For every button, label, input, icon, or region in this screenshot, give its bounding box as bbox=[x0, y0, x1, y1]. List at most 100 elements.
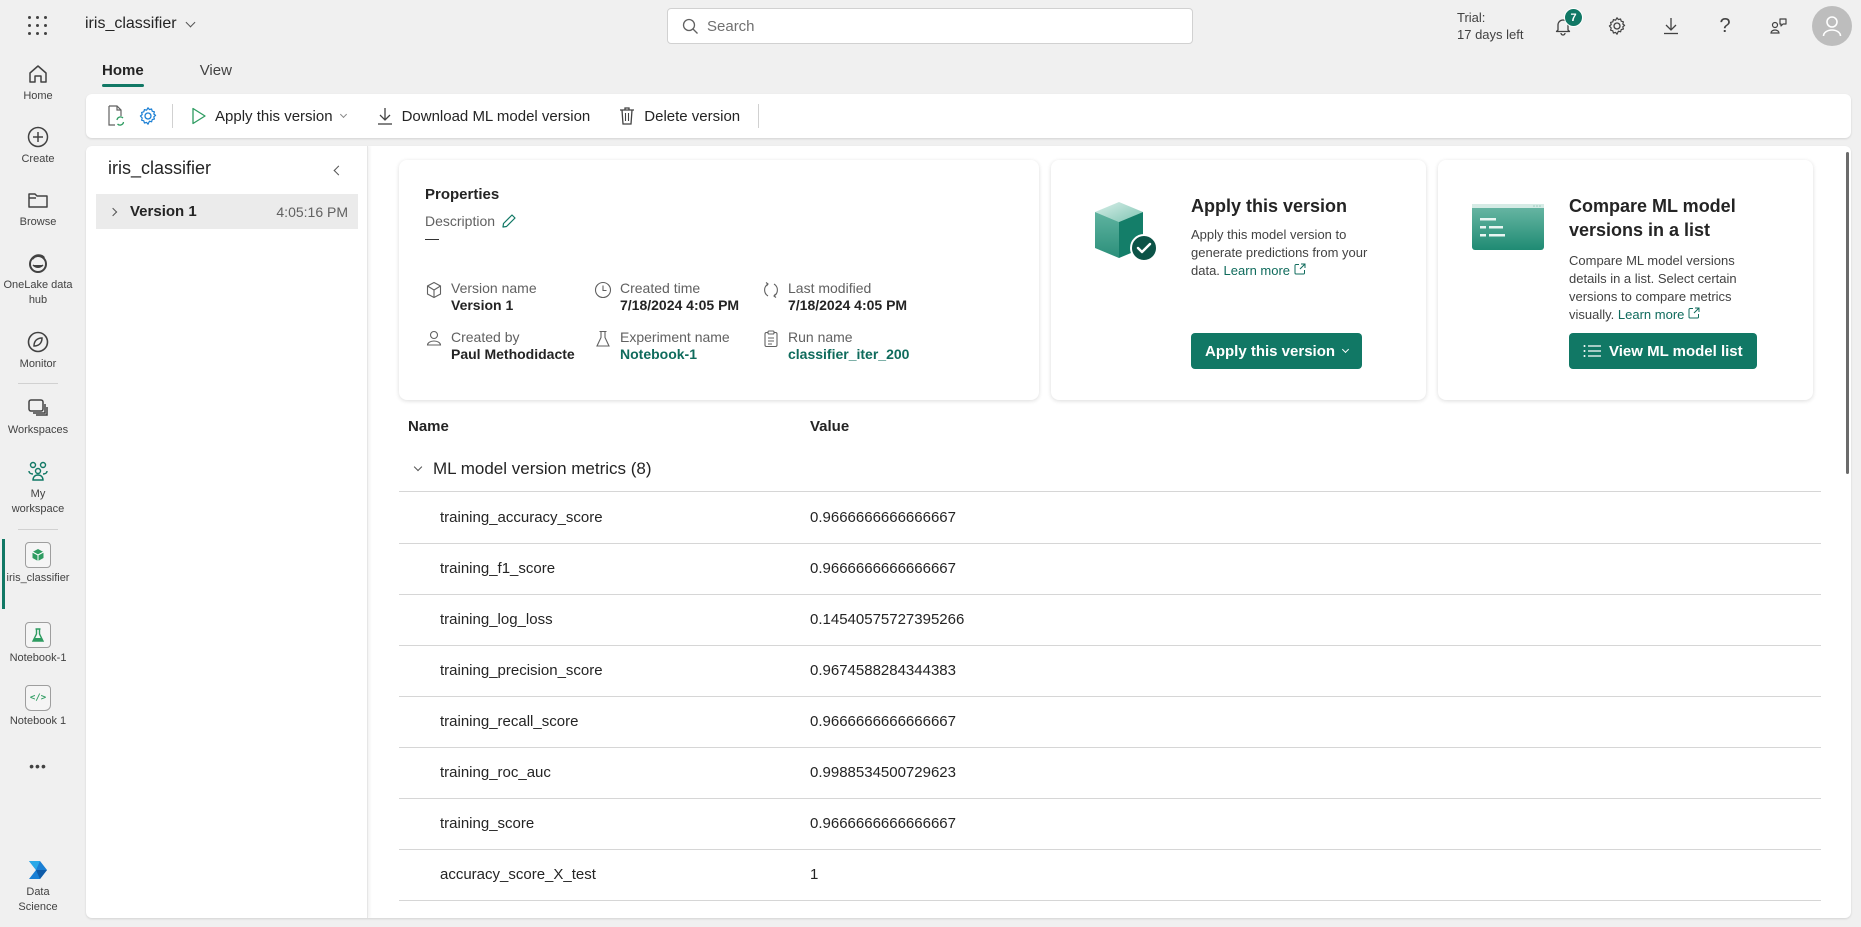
rail-item-monitor[interactable]: Monitor bbox=[0, 330, 76, 372]
metric-value: 0.14540575727395266 bbox=[810, 611, 965, 628]
prop-created-time: Created time 7/18/2024 4:05 PM bbox=[594, 280, 739, 314]
metric-value: 1 bbox=[810, 866, 819, 883]
rail-item-notebook-1[interactable]: </> Notebook 1 bbox=[0, 685, 76, 729]
view-model-list-button[interactable]: View ML model list bbox=[1569, 333, 1757, 369]
prop-value: 7/18/2024 4:05 PM bbox=[788, 297, 908, 313]
learn-more-link[interactable]: Learn more bbox=[1224, 263, 1306, 278]
metric-row[interactable]: training_roc_auc 0.9988534500729623 bbox=[399, 748, 1821, 799]
metric-name: accuracy_score_X_test bbox=[440, 866, 596, 883]
help-icon: ? bbox=[1719, 14, 1731, 37]
rail-label: Monitor bbox=[19, 358, 57, 370]
rail-label: Home bbox=[23, 90, 53, 102]
more-icon: ••• bbox=[29, 758, 47, 774]
delete-version-label: Delete version bbox=[644, 107, 741, 125]
apply-version-button-label: Apply this version bbox=[1205, 342, 1336, 360]
gear-icon bbox=[1608, 17, 1626, 35]
person-icon bbox=[1822, 16, 1842, 37]
toolbar-divider bbox=[172, 104, 173, 128]
rail-item-home[interactable]: Home bbox=[0, 62, 76, 104]
apply-card-text: Apply this model version to generate pre… bbox=[1191, 226, 1396, 280]
item-title-dropdown[interactable]: iris_classifier bbox=[85, 15, 196, 33]
rail-item-onelake-data-hub[interactable]: OneLake data hub bbox=[0, 251, 76, 308]
metric-value: 0.9674588284344383 bbox=[810, 662, 956, 679]
metric-name: training_score bbox=[440, 815, 535, 832]
metric-name: training_precision_score bbox=[440, 662, 603, 679]
rail-divider bbox=[18, 529, 58, 530]
metric-value: 0.9666666666666667 bbox=[810, 713, 956, 730]
refresh-file-button[interactable] bbox=[100, 100, 132, 132]
rail-item-data-science[interactable]: Data Science bbox=[0, 858, 76, 915]
column-header-value[interactable]: Value bbox=[810, 418, 849, 435]
prop-label: Version name bbox=[451, 280, 537, 296]
chevron-right-icon[interactable] bbox=[108, 207, 118, 216]
prop-created-by: Created by Paul Methodidacte bbox=[425, 329, 575, 363]
metric-row[interactable]: training_score 0.9666666666666667 bbox=[399, 799, 1821, 850]
rail-item-iris-classifier[interactable]: iris_classifier bbox=[0, 542, 76, 586]
list-icon bbox=[1583, 345, 1601, 357]
properties-heading: Properties bbox=[425, 186, 500, 203]
metric-row[interactable]: training_f1_score 0.9666666666666667 bbox=[399, 544, 1821, 595]
collapse-pane-button[interactable] bbox=[326, 158, 350, 182]
vertical-scrollbar[interactable] bbox=[1846, 152, 1849, 474]
metric-row[interactable]: training_accuracy_score 0.966666666666666… bbox=[399, 493, 1821, 544]
experiment-icon bbox=[25, 622, 51, 648]
help-button[interactable]: ? bbox=[1711, 12, 1739, 40]
chevron-down-icon[interactable] bbox=[413, 462, 423, 471]
app-launcher-icon[interactable] bbox=[26, 14, 50, 38]
download-version-button[interactable]: Download ML model version bbox=[366, 100, 601, 132]
metric-name: training_recall_score bbox=[440, 713, 579, 730]
chevron-left-icon bbox=[333, 165, 343, 175]
version-time: 4:05:16 PM bbox=[276, 203, 348, 220]
account-avatar[interactable] bbox=[1812, 6, 1852, 46]
plus-circle-icon bbox=[27, 126, 49, 148]
workspaces-icon bbox=[28, 399, 48, 416]
search-input[interactable] bbox=[707, 17, 1157, 35]
run-link[interactable]: classifier_iter_200 bbox=[788, 346, 909, 363]
search-box[interactable] bbox=[667, 8, 1193, 44]
metric-row[interactable]: training_precision_score 0.96745882843443… bbox=[399, 646, 1821, 697]
delete-version-button[interactable]: Delete version bbox=[608, 100, 750, 132]
search-icon bbox=[682, 18, 698, 34]
tab-home[interactable]: Home bbox=[88, 58, 158, 87]
item-title: iris_classifier bbox=[85, 15, 177, 32]
tree-item-version[interactable]: Version 1 4:05:16 PM bbox=[96, 194, 358, 229]
external-link-icon bbox=[1294, 263, 1306, 275]
metric-value: 0.9988534500729623 bbox=[810, 764, 956, 781]
prop-last-modified: Last modified 7/18/2024 4:05 PM bbox=[762, 280, 907, 314]
settings-button[interactable] bbox=[1603, 12, 1631, 40]
settings-toolbar-button[interactable] bbox=[132, 100, 164, 132]
pencil-icon[interactable] bbox=[501, 213, 517, 229]
feedback-icon bbox=[1770, 18, 1787, 34]
rail-label: Notebook 1 bbox=[9, 715, 67, 727]
rail-item-notebook-1-experiment[interactable]: Notebook-1 bbox=[0, 622, 76, 666]
chevron-down-icon bbox=[339, 110, 347, 118]
experiment-link[interactable]: Notebook-1 bbox=[620, 346, 730, 363]
external-link-icon bbox=[1688, 307, 1700, 319]
chevron-down-icon bbox=[185, 17, 196, 27]
feedback-button[interactable] bbox=[1765, 12, 1793, 40]
clipboard-icon bbox=[764, 330, 778, 348]
apply-card-title: Apply this version bbox=[1191, 196, 1348, 216]
metric-row[interactable]: training_log_loss 0.14540575727395266 bbox=[399, 595, 1821, 646]
apply-version-dropdown[interactable]: Apply this version bbox=[181, 100, 356, 132]
rail-item-workspaces[interactable]: Workspaces bbox=[0, 396, 76, 438]
trial-label: Trial: bbox=[1457, 10, 1486, 25]
top-bar: iris_classifier Trial: 17 days left 7 ? bbox=[0, 0, 1861, 52]
download-button[interactable] bbox=[1657, 12, 1685, 40]
apply-version-button[interactable]: Apply this version bbox=[1191, 333, 1363, 369]
left-navigation-rail: Home Create Browse OneLake data hub Moni… bbox=[0, 52, 76, 927]
metric-row[interactable]: accuracy_score_X_test 1 bbox=[399, 850, 1821, 901]
rail-item-create[interactable]: Create bbox=[0, 125, 76, 167]
metrics-group-header[interactable]: ML model version metrics (8) bbox=[399, 446, 1821, 492]
column-header-name[interactable]: Name bbox=[408, 418, 449, 435]
notebook-icon: </> bbox=[25, 685, 51, 711]
rail-item-browse[interactable]: Browse bbox=[0, 188, 76, 230]
folder-icon bbox=[28, 193, 48, 208]
rail-more-button[interactable]: ••• bbox=[0, 758, 76, 774]
monitor-icon bbox=[27, 331, 49, 353]
version-name: Version 1 bbox=[130, 203, 197, 220]
rail-item-my-workspace[interactable]: My workspace bbox=[0, 460, 76, 517]
metric-row[interactable]: training_recall_score 0.9666666666666667 bbox=[399, 697, 1821, 748]
learn-more-link[interactable]: Learn more bbox=[1618, 307, 1700, 322]
tab-view[interactable]: View bbox=[186, 58, 246, 87]
